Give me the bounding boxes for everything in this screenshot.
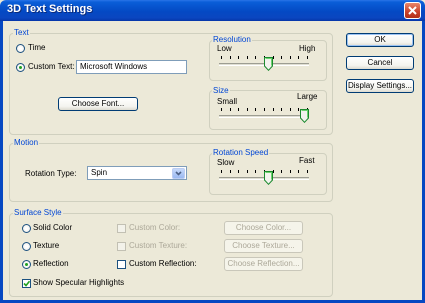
solid-color-label: Solid Color (33, 223, 73, 232)
slider-tick (247, 108, 248, 111)
rotation-speed-fast-label: Fast (299, 156, 315, 165)
custom-text-label: Custom Text: (28, 62, 75, 71)
slider-tick (273, 56, 274, 59)
window-frame-left (0, 21, 3, 303)
slider-tick (273, 170, 274, 173)
slider-track (219, 115, 309, 118)
ok-button[interactable]: OK (346, 33, 414, 47)
texture-radio[interactable] (22, 242, 31, 251)
reflection-radio[interactable] (22, 260, 31, 269)
slider-tick (255, 108, 256, 111)
slider-tick (247, 56, 248, 59)
size-slider[interactable] (219, 108, 309, 128)
close-button[interactable] (404, 2, 421, 19)
choose-texture-button[interactable]: Choose Texture... (224, 239, 303, 253)
resolution-high-label: High (299, 44, 316, 53)
slider-tick (298, 56, 299, 59)
slider-tick (247, 170, 248, 173)
resolution-slider[interactable] (219, 56, 309, 76)
custom-texture-checkbox[interactable] (117, 242, 126, 251)
slider-tick (290, 56, 291, 59)
slider-tick (221, 170, 222, 173)
custom-text-input[interactable]: Microsoft Windows (76, 60, 187, 74)
slider-tick (238, 170, 239, 173)
size-large-label: Large (297, 92, 318, 101)
rotation-type-label: Rotation Type: (25, 169, 77, 178)
time-label: Time (28, 43, 46, 52)
slider-tick (221, 108, 222, 111)
custom-reflection-checkbox[interactable] (117, 260, 126, 269)
slider-thumb[interactable] (264, 171, 273, 185)
slider-tick (255, 170, 256, 173)
slider-tick (281, 170, 282, 173)
slider-tick (290, 170, 291, 173)
cancel-button[interactable]: Cancel (346, 56, 414, 70)
chevron-down-icon (175, 171, 182, 176)
specular-highlights-label: Show Specular Highlights (33, 278, 125, 287)
dropdown-button[interactable] (172, 168, 185, 179)
resolution-low-label: Low (217, 44, 232, 53)
custom-texture-label: Custom Texture: (129, 241, 188, 250)
rotation-speed-slow-label: Slow (217, 158, 235, 167)
slider-tick (281, 108, 282, 111)
specular-highlights-checkbox[interactable] (22, 279, 31, 288)
custom-reflection-label: Custom Reflection: (129, 259, 197, 268)
close-icon (408, 6, 417, 15)
slider-tick (273, 108, 274, 111)
slider-tick (264, 108, 265, 111)
size-small-label: Small (217, 97, 238, 106)
rotation-speed-slider[interactable] (219, 170, 309, 190)
display-settings-button[interactable]: Display Settings... (346, 79, 414, 93)
custom-color-checkbox[interactable] (117, 224, 126, 233)
slider-tick (238, 108, 239, 111)
solid-color-radio[interactable] (22, 224, 31, 233)
slider-thumb[interactable] (264, 57, 273, 71)
slider-tick (230, 170, 231, 173)
choose-font-button[interactable]: Choose Font... (58, 97, 138, 111)
choose-reflection-button[interactable]: Choose Reflection... (224, 257, 303, 271)
custom-color-label: Custom Color: (129, 223, 181, 232)
slider-tick (281, 56, 282, 59)
slider-tick (298, 108, 299, 111)
slider-tick (230, 108, 231, 111)
rotation-type-select[interactable]: Spin (87, 166, 187, 180)
slider-tick (298, 170, 299, 173)
slider-tick (290, 108, 291, 111)
rotation-type-value: Spin (91, 168, 108, 177)
slider-tick (307, 170, 308, 173)
slider-tick (238, 56, 239, 59)
slider-tick (255, 56, 256, 59)
text-group-legend: Text (13, 28, 30, 38)
slider-tick (221, 56, 222, 59)
motion-legend: Motion (13, 138, 40, 148)
size-legend: Size (212, 86, 230, 96)
rotation-speed-legend: Rotation Speed (212, 148, 270, 158)
time-radio[interactable] (16, 44, 25, 53)
reflection-label: Reflection (33, 259, 69, 268)
texture-label: Texture (33, 241, 60, 250)
custom-text-radio[interactable] (16, 63, 25, 72)
slider-tick (230, 56, 231, 59)
window-title: 3D Text Settings (7, 3, 93, 15)
checkmark-icon (23, 280, 30, 287)
slider-tick (307, 56, 308, 59)
choose-color-button[interactable]: Choose Color... (224, 221, 303, 235)
slider-thumb[interactable] (300, 109, 309, 123)
surface-style-legend: Surface Style (13, 208, 63, 218)
